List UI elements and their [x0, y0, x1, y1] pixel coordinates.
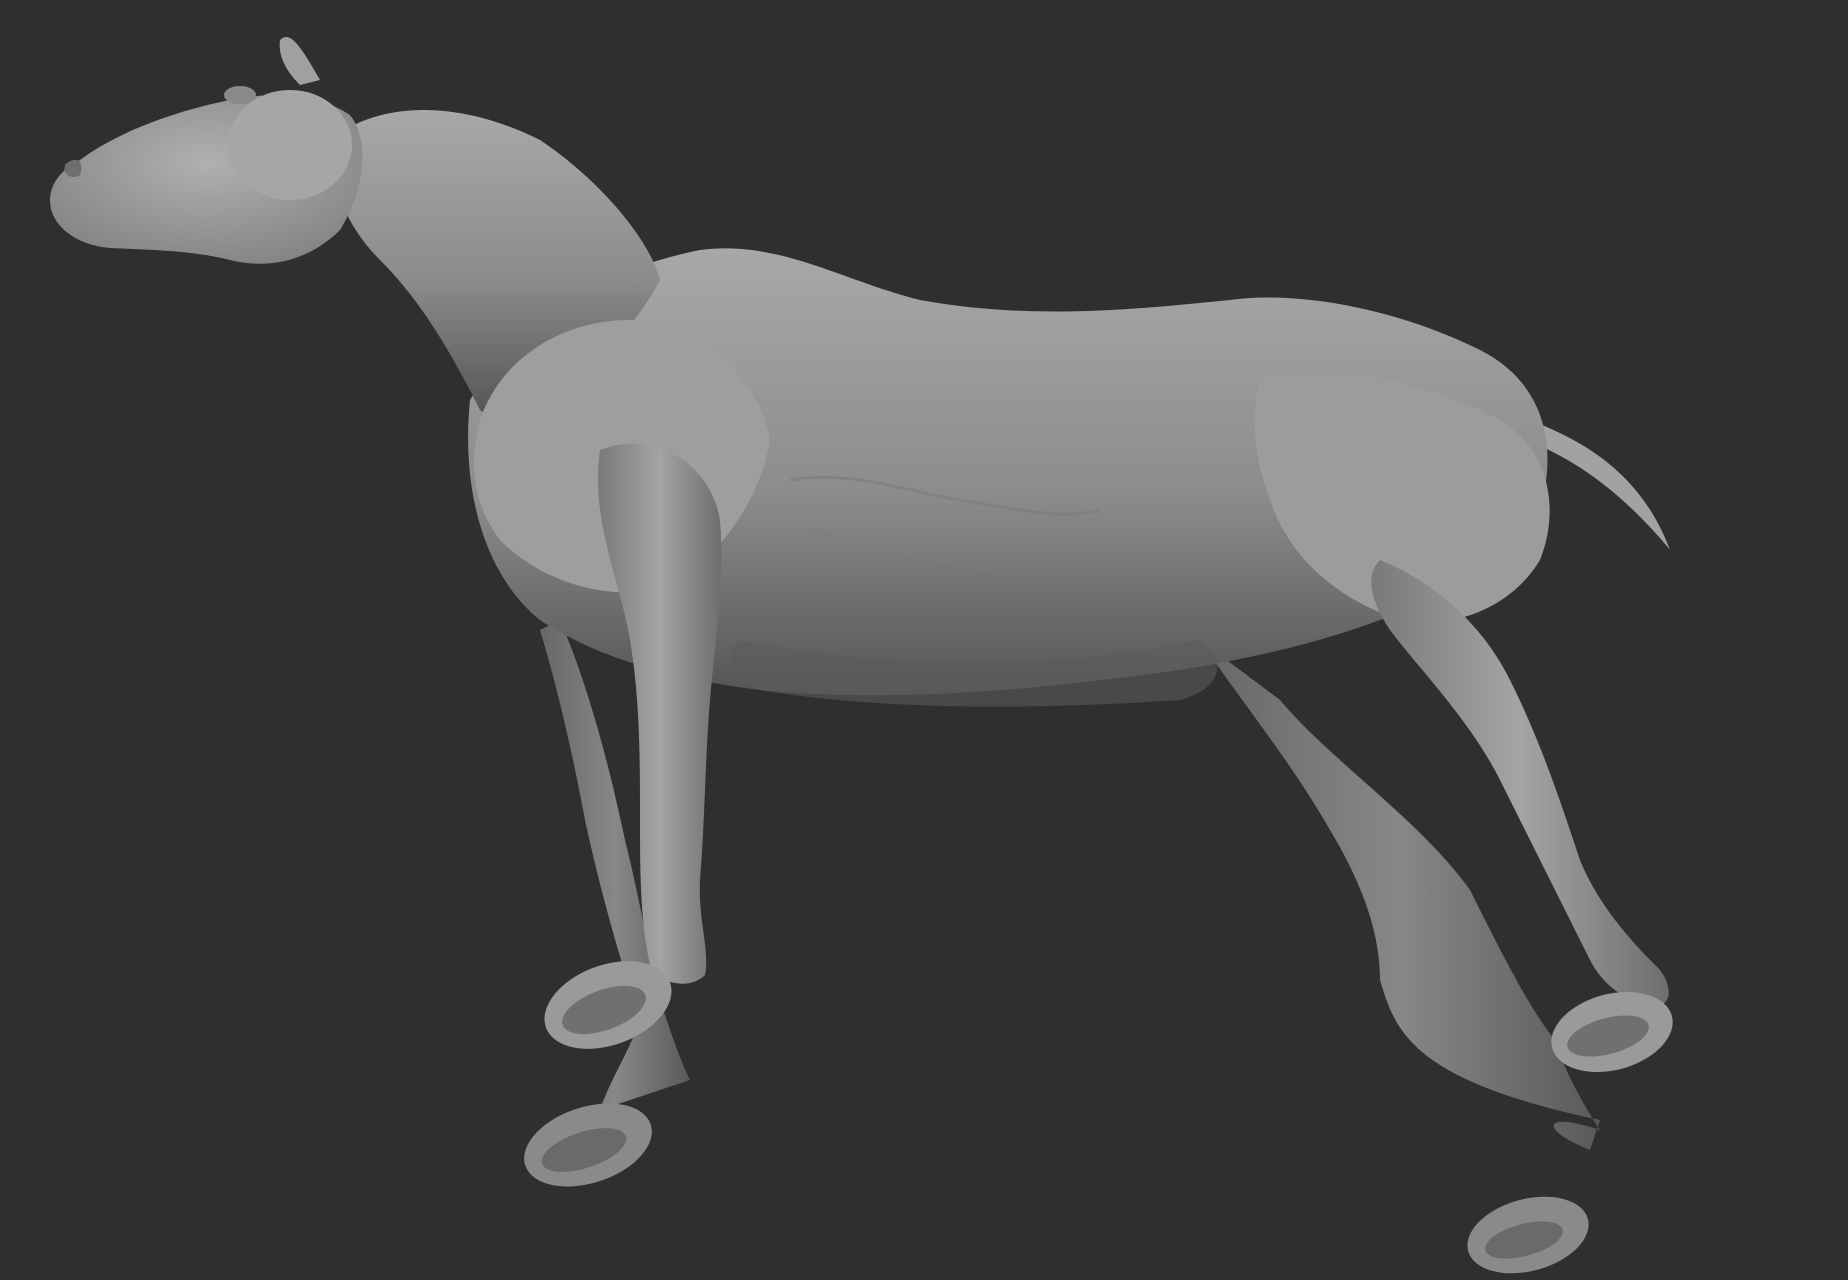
nostril	[64, 159, 82, 177]
eye	[224, 86, 256, 104]
horse-sculpt-render	[50, 36, 1675, 1274]
ear	[279, 36, 320, 85]
cheek	[228, 90, 352, 200]
tail	[1525, 420, 1675, 556]
3d-viewport[interactable]	[0, 0, 1848, 1280]
far-hind-leg	[1200, 640, 1600, 1150]
